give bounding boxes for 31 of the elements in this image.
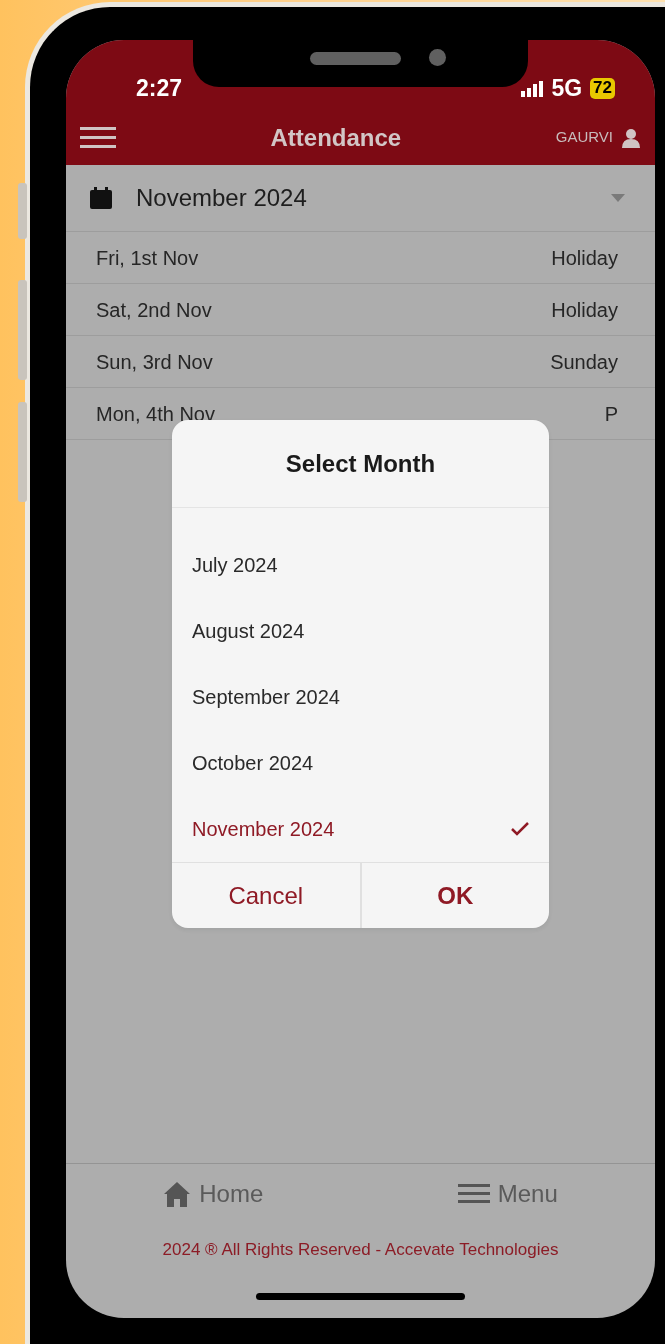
month-option[interactable]: July 2024 [172,532,549,598]
month-option[interactable]: September 2024 [172,664,549,730]
menu-icon [457,1183,490,1204]
month-option[interactable]: August 2024 [172,598,549,664]
day-date: Sun, 3rd Nov [96,349,213,375]
status-time: 2:27 [136,74,183,104]
network-label: 5G [551,74,583,104]
day-status: Sunday [550,349,618,375]
user-icon [621,127,641,148]
month-dropdown[interactable]: November 2024 [66,165,655,232]
day-date: Fri, 1st Nov [96,245,199,271]
home-icon [163,1180,192,1207]
signal-icon [521,80,544,97]
day-status: Holiday [551,297,618,323]
camera-dot [429,49,446,66]
calendar-icon [90,187,112,209]
day-status: P [604,401,618,427]
page-title: Attendance [270,122,402,153]
month-option[interactable]: November 2024 [172,796,549,862]
battery-level: 72 [590,78,615,99]
check-icon [511,822,529,836]
caret-icon [611,194,625,202]
ok-button[interactable]: OK [359,863,549,928]
cancel-button[interactable]: Cancel [172,863,360,928]
dialog-title: Select Month [172,420,549,508]
day-status: Holiday [551,245,618,271]
month-option[interactable]: October 2024 [172,730,549,796]
user-name: GAURVI [555,127,613,148]
menu-icon[interactable] [80,125,116,150]
copyright-text: 2024 ® All Rights Reserved - Accevate Technologies [161,1239,560,1261]
day-date: Sat, 2nd Nov [96,297,212,323]
